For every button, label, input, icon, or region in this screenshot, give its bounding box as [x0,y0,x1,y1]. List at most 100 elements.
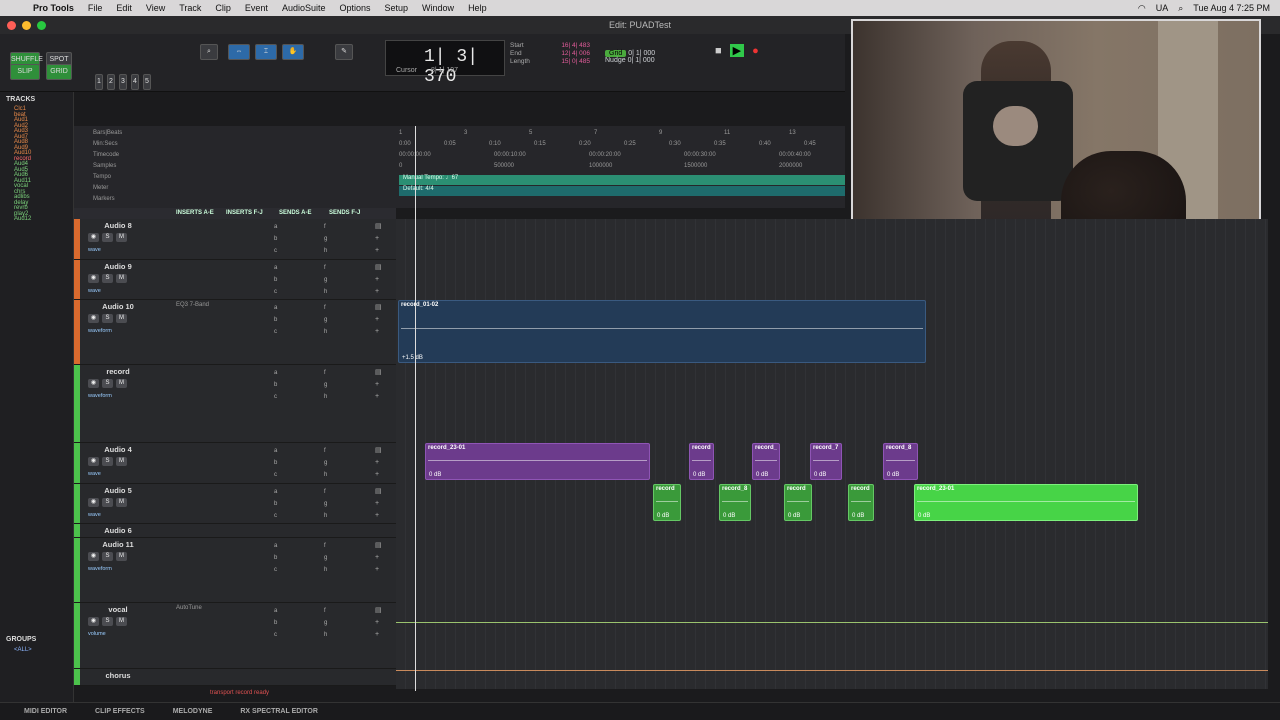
track-name[interactable]: record [88,367,148,376]
solo-button[interactable]: S [102,233,113,242]
track-header[interactable]: vocal ◉ S Mvolume AutoTune a b c f g h ▤ + + [74,603,396,669]
tab-clip-effects[interactable]: CLIP EFFECTS [95,708,145,715]
clip-audio4-1[interactable]: record_23-01 0 dB [425,443,650,480]
sel-end-value[interactable]: 12| 4| 006 [561,50,590,58]
menu-options[interactable]: Options [332,3,377,13]
record-icon[interactable]: ● [752,45,759,57]
solo-button[interactable]: S [102,498,113,507]
main-counter[interactable]: 1| 3| 370 Cursor 8| 1| 197 [385,40,505,87]
track-header[interactable]: Audio 10 ◉ S Mwaveform EQ3 7-Band a b c f g h ▤ + + [74,300,396,365]
menu-view[interactable]: View [139,3,172,13]
menu-setup[interactable]: Setup [378,3,416,13]
track-name[interactable]: Audio 6 [88,526,148,535]
sel-start-value[interactable]: 16| 4| 483 [561,42,590,50]
meter-ruler-bar[interactable]: Default: 4/4 [399,186,845,196]
track-header[interactable]: Audio 4 ◉ S Mwave a b c f g h ▤ + + [74,443,396,484]
solo-button[interactable]: S [102,552,113,561]
zoom-tool-icon[interactable]: ⌕ [200,44,218,60]
track-name[interactable]: Audio 9 [88,262,148,271]
mute-button[interactable]: M [116,233,127,242]
mute-button[interactable]: M [116,617,127,626]
grid-button[interactable]: GRID [46,64,72,80]
track-view-selector[interactable]: wave [88,247,101,253]
track-header[interactable]: record ◉ S Mwaveform a b c f g h ▤ + + [74,365,396,443]
input-monitor-button[interactable]: ◉ [88,314,99,323]
track-name[interactable]: Audio 5 [88,486,148,495]
track-view-selector[interactable]: waveform [88,566,112,572]
zoom-icon[interactable] [37,21,46,30]
track-view-selector[interactable]: waveform [88,393,112,399]
menu-audiosuite[interactable]: AudioSuite [275,3,333,13]
mute-button[interactable]: M [116,457,127,466]
track-view-selector[interactable]: wave [88,288,101,294]
solo-button[interactable]: S [102,617,113,626]
zoom-preset-1[interactable]: 1 [95,74,103,90]
clip-audio5-1[interactable]: record 0 dB [653,484,681,521]
track-name[interactable]: Audio 4 [88,445,148,454]
track-list-item[interactable]: Aud12 [0,216,73,223]
menu-help[interactable]: Help [461,3,494,13]
input-monitor-button[interactable]: ◉ [88,498,99,507]
tempo-ruler-bar[interactable]: Manual Tempo: ♩67 [399,175,845,185]
track-header[interactable]: Audio 11 ◉ S Mwaveform a b c f g h ▤ + + [74,538,396,603]
track-header[interactable]: Audio 6 [74,524,396,538]
grid-label[interactable]: Grid [605,50,627,57]
clip-audio5-2[interactable]: record_8 0 dB [719,484,751,521]
input-monitor-button[interactable]: ◉ [88,233,99,242]
ua-status[interactable]: UA [1156,3,1169,13]
clip-audio4-3[interactable]: record_ 0 dB [752,443,780,480]
mute-button[interactable]: M [116,314,127,323]
track-name[interactable]: vocal [88,605,148,614]
track-name[interactable]: Audio 8 [88,221,148,230]
tab-midi-editor[interactable]: MIDI EDITOR [24,708,67,715]
clip-audio4-4[interactable]: record_7 0 dB [810,443,842,480]
tab-melodyne[interactable]: MELODYNE [173,708,213,715]
solo-button[interactable]: S [102,314,113,323]
input-monitor-button[interactable]: ◉ [88,457,99,466]
clip-audio4-5[interactable]: record_8 0 dB [883,443,918,480]
search-icon[interactable]: ⌕ [1178,3,1183,14]
menu-edit[interactable]: Edit [109,3,139,13]
menu-window[interactable]: Window [415,3,461,13]
playhead-cursor[interactable] [415,126,416,691]
stop-icon[interactable]: ■ [715,45,722,57]
zoom-preset-3[interactable]: 3 [119,74,127,90]
play-icon[interactable]: ▶ [729,44,745,57]
grid-value[interactable]: 0| 1| 000 [628,50,655,57]
input-monitor-button[interactable]: ◉ [88,274,99,283]
sel-length-value[interactable]: 15| 0| 485 [561,58,590,66]
track-name[interactable]: Audio 10 [88,302,148,311]
group-all[interactable]: <ALL> [0,647,73,653]
grabber-tool-icon[interactable]: ✋ [282,44,304,60]
insert-slot[interactable]: EQ3 7-Band [176,302,209,308]
track-name[interactable]: chorus [88,671,148,680]
mute-button[interactable]: M [116,498,127,507]
clip-audio4-2[interactable]: record 0 dB [689,443,714,480]
mute-button[interactable]: M [116,379,127,388]
track-header[interactable]: Audio 8 ◉ S Mwave a b c f g h ▤ + + [74,219,396,260]
selector-tool-icon[interactable]: ⌶ [255,44,277,60]
zoom-preset-2[interactable]: 2 [107,74,115,90]
nudge-label[interactable]: Nudge [605,57,626,64]
track-header[interactable]: chorus [74,669,396,686]
input-monitor-button[interactable]: ◉ [88,552,99,561]
clock-text[interactable]: Tue Aug 4 7:25 PM [1193,3,1270,13]
mute-button[interactable]: M [116,274,127,283]
track-view-selector[interactable]: wave [88,471,101,477]
track-header[interactable]: Audio 5 ◉ S Mwave a b c f g h ▤ + + [74,484,396,524]
insert-slot[interactable]: AutoTune [176,605,202,611]
solo-button[interactable]: S [102,379,113,388]
nudge-value[interactable]: 0| 1| 000 [628,57,655,64]
track-view-selector[interactable]: wave [88,512,101,518]
slip-button[interactable]: SLIP [10,64,40,80]
mute-button[interactable]: M [116,552,127,561]
zoom-preset-4[interactable]: 4 [131,74,139,90]
menu-file[interactable]: File [81,3,110,13]
minimize-icon[interactable] [22,21,31,30]
tab-rx-spectral-editor[interactable]: RX SPECTRAL EDITOR [240,708,318,715]
menu-app[interactable]: Pro Tools [26,3,81,13]
clip-audio5-4[interactable]: record 0 dB [848,484,874,521]
clip-audio5-5[interactable]: record_23-01 0 dB [914,484,1138,521]
input-monitor-button[interactable]: ◉ [88,617,99,626]
trim-tool-icon[interactable]: ⇔ [228,44,250,60]
